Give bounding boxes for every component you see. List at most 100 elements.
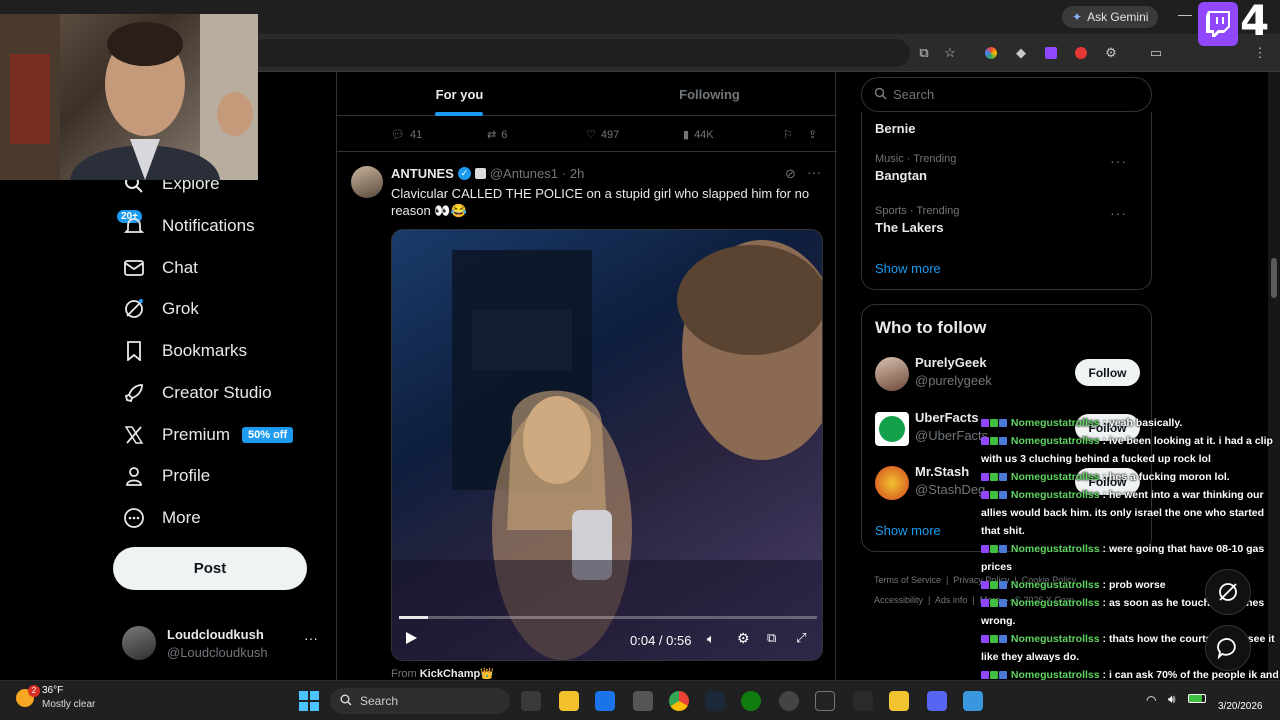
views-action[interactable]: ▮ 44K bbox=[683, 128, 714, 142]
7zip-icon[interactable] bbox=[815, 691, 835, 711]
nav-notifications[interactable]: Notifications bbox=[120, 208, 255, 244]
scrollbar-thumb[interactable] bbox=[1271, 258, 1277, 298]
timeline: For you Following 💬︎ 41 ⇄ 6 ♡ 497 ▮ 44K ⚐ ⇪ … bbox=[336, 72, 837, 682]
wifi-icon[interactable]: ◠ bbox=[1146, 693, 1156, 707]
avatar bbox=[875, 357, 909, 391]
post-button[interactable]: Post bbox=[113, 547, 307, 590]
nav-label: Grok bbox=[162, 299, 199, 318]
reply-action[interactable]: 💬︎ 41 bbox=[391, 128, 422, 142]
steam-icon[interactable] bbox=[705, 691, 725, 711]
chat-badge-icon bbox=[990, 437, 998, 446]
ask-gemini-button[interactable]: ✦ Ask Gemini bbox=[1062, 6, 1159, 28]
grok-icon bbox=[120, 295, 148, 323]
tweet-more-icon[interactable]: ··· bbox=[807, 164, 821, 180]
trend-name: Bernie bbox=[875, 121, 916, 136]
settings-gear-icon[interactable]: ⚙ bbox=[737, 630, 750, 647]
suggestion-handle: @StashDeg bbox=[915, 482, 986, 497]
windows-taskbar: 2 36°F Mostly clear Search ◠ 🔊︎ 3/20/202… bbox=[0, 680, 1280, 720]
person-icon bbox=[120, 462, 148, 490]
app-circle-icon[interactable] bbox=[779, 691, 799, 711]
follow-suggestion[interactable]: PurelyGeek @purelygeek Follow bbox=[875, 355, 1145, 395]
chrome-menu-icon[interactable]: ⋮ bbox=[1250, 43, 1270, 63]
red-extension-icon[interactable] bbox=[1071, 43, 1091, 63]
reply-icon: 💬︎ bbox=[391, 129, 405, 141]
nav-premium[interactable]: Premium 50% off bbox=[120, 417, 294, 453]
nav-label: Chat bbox=[162, 258, 198, 277]
trend-more-icon[interactable]: ··· bbox=[1110, 153, 1127, 169]
nav-creator-studio[interactable]: Creator Studio bbox=[120, 375, 272, 411]
rockstar-icon[interactable] bbox=[889, 691, 909, 711]
share-icon[interactable]: ⇪ bbox=[808, 128, 817, 141]
nav-grok[interactable]: Grok bbox=[120, 291, 199, 327]
account-name: Loudcloudkush bbox=[167, 627, 264, 642]
task-view-icon[interactable] bbox=[521, 691, 541, 711]
bookmark-star-icon[interactable]: ☆ bbox=[940, 43, 960, 63]
footer-link[interactable]: Ads info bbox=[935, 595, 968, 605]
trends-show-more[interactable]: Show more bbox=[875, 261, 941, 276]
who-to-follow-show-more[interactable]: Show more bbox=[875, 523, 941, 538]
trend-item[interactable]: Sports · Trending The Lakers ··· bbox=[875, 205, 1135, 235]
search-input[interactable]: Search bbox=[861, 77, 1152, 112]
play-icon[interactable] bbox=[404, 631, 418, 650]
extension-color-icon[interactable] bbox=[981, 43, 1001, 63]
extensions-puzzle-icon[interactable]: ⚙ bbox=[1101, 43, 1121, 63]
trend-item[interactable]: Music · Trending Bangtan ··· bbox=[875, 153, 1135, 183]
tweet-author-handle[interactable]: @Antunes1 bbox=[490, 166, 558, 181]
chat-badge-icon bbox=[999, 491, 1007, 500]
taskbar-search[interactable]: Search bbox=[330, 688, 510, 714]
nav-more[interactable]: More bbox=[120, 500, 201, 536]
volume-icon[interactable]: 🔈︎ bbox=[707, 631, 715, 647]
windows-start-icon[interactable] bbox=[299, 691, 319, 711]
chat-badge-icon bbox=[981, 599, 989, 608]
follow-button[interactable]: Follow bbox=[1075, 359, 1140, 386]
trend-name: The Lakers bbox=[875, 220, 944, 235]
nav-profile[interactable]: Profile bbox=[120, 458, 210, 494]
footer-link[interactable]: Terms of Service bbox=[874, 575, 941, 585]
account-switcher[interactable]: Loudcloudkush @Loudcloudkush ··· bbox=[122, 624, 322, 664]
twitch-logo-icon bbox=[1198, 2, 1238, 46]
minimize-icon[interactable]: — bbox=[1178, 6, 1192, 22]
side-panel-icon[interactable]: ▭ bbox=[1146, 43, 1166, 63]
extension-diamond-icon[interactable]: ◆ bbox=[1011, 43, 1031, 63]
trend-more-icon[interactable]: ··· bbox=[1110, 205, 1127, 221]
xbox-icon[interactable] bbox=[741, 691, 761, 711]
video-source: From KickChamp👑 bbox=[391, 667, 494, 680]
tab-for-you[interactable]: For you bbox=[337, 72, 582, 116]
avatar[interactable] bbox=[351, 166, 383, 198]
x-logo-icon bbox=[120, 421, 148, 449]
picture-in-picture-icon[interactable]: ⧉ bbox=[767, 630, 776, 646]
tab-following[interactable]: Following bbox=[582, 72, 837, 116]
epic-games-icon[interactable] bbox=[853, 691, 873, 711]
nav-chat[interactable]: Chat bbox=[120, 250, 198, 286]
like-action[interactable]: ♡ 497 bbox=[586, 128, 619, 142]
address-bar[interactable] bbox=[250, 39, 910, 67]
file-explorer-icon[interactable] bbox=[559, 691, 579, 711]
app-icon[interactable] bbox=[633, 691, 653, 711]
messages-float-icon[interactable] bbox=[1205, 625, 1251, 671]
chat-badge-icon bbox=[990, 419, 998, 428]
more-dots-icon[interactable]: ··· bbox=[304, 630, 318, 646]
footer-link[interactable]: Accessibility bbox=[874, 595, 923, 605]
nav-bookmarks[interactable]: Bookmarks bbox=[120, 333, 247, 369]
volume-tray-icon[interactable]: 🔊︎ bbox=[1168, 692, 1176, 707]
grok-float-icon[interactable] bbox=[1205, 569, 1251, 615]
app-icon-2[interactable] bbox=[963, 691, 983, 711]
video-progress-bar[interactable] bbox=[399, 616, 817, 619]
store-icon[interactable] bbox=[595, 691, 615, 711]
grok-tweet-icon[interactable]: ⊘ bbox=[785, 166, 796, 182]
twitch-extension-icon[interactable] bbox=[1041, 43, 1061, 63]
bookmark-action-icon[interactable]: ⚐ bbox=[783, 128, 793, 141]
fullscreen-icon[interactable]: ⤢ bbox=[796, 630, 806, 646]
chrome-icon[interactable] bbox=[669, 691, 689, 711]
trend-item[interactable]: Bernie bbox=[875, 118, 1135, 136]
battery-icon[interactable] bbox=[1188, 694, 1206, 703]
video-player[interactable]: 0:04 / 0:56 🔈︎ ⚙ ⧉ ⤢ bbox=[391, 229, 823, 661]
from-name[interactable]: KickChamp👑 bbox=[420, 668, 494, 680]
discord-icon[interactable] bbox=[927, 691, 947, 711]
install-app-icon[interactable]: ⧉ bbox=[914, 43, 934, 63]
chat-badge-icon bbox=[990, 473, 998, 482]
nav-label: Bookmarks bbox=[162, 341, 248, 360]
tweet-author-name[interactable]: ANTUNES bbox=[391, 166, 454, 181]
repost-action[interactable]: ⇄ 6 bbox=[487, 128, 507, 142]
chat-badge-icon bbox=[981, 419, 989, 428]
